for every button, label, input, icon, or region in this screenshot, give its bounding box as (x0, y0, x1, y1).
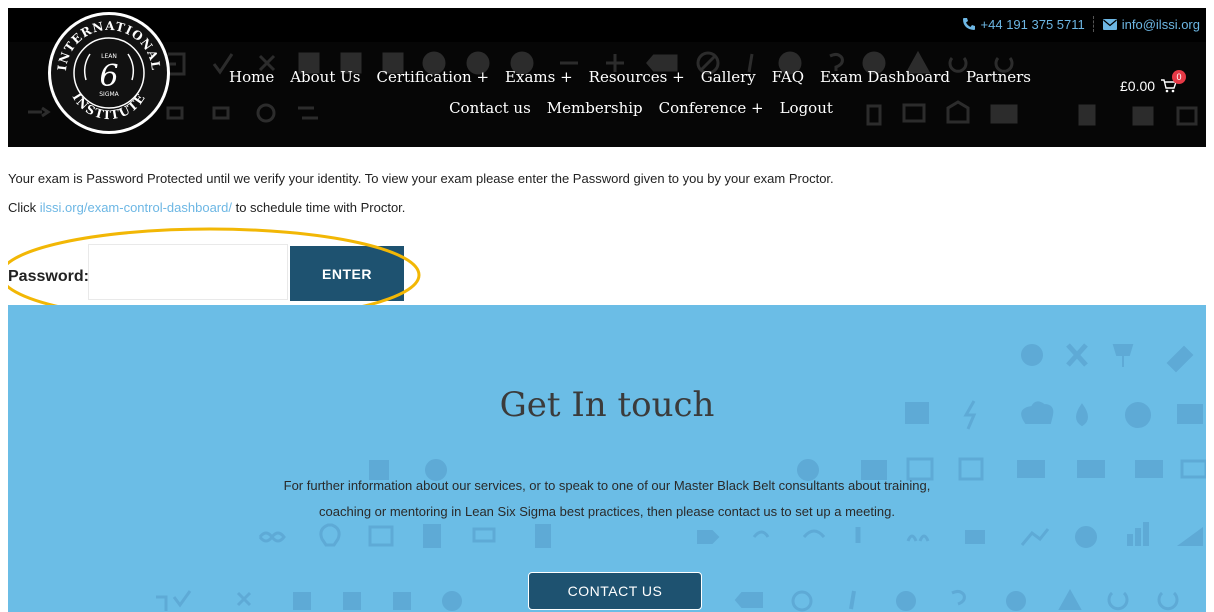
contact-us-button[interactable]: CONTACT US (528, 572, 702, 610)
lssi-logo[interactable]: INTERNATIONAL INSTITUTE LEAN 6 SIGMA (46, 10, 172, 136)
phone-icon (962, 18, 975, 30)
enter-button[interactable]: ENTER (290, 246, 404, 301)
nav-item-membership[interactable]: Membership (547, 99, 643, 117)
nav-item-contact[interactable]: Contact us (449, 99, 531, 117)
nav-item-exam-dashboard[interactable]: Exam Dashboard (820, 68, 950, 86)
logo-six-mark: 6 (99, 59, 118, 94)
envelope-icon (1102, 18, 1117, 30)
nav-row-primary: Home About Us Certification + Exams + Resour… (192, 68, 1068, 86)
topbar-contacts: +44 191 375 5711 info@ilssi.org (962, 14, 1200, 34)
nav-item-home[interactable]: Home (229, 68, 274, 86)
main-navigation: Home About Us Certification + Exams + Resour… (192, 68, 1068, 117)
exam-password-panel: Your exam is Password Protected until we… (8, 147, 1206, 305)
topbar-divider (1092, 16, 1095, 32)
password-input[interactable] (88, 244, 288, 300)
nav-item-resources[interactable]: Resources + (589, 68, 685, 86)
dashboard-instruction: Click ilssi.org/exam-control-dashboard/ … (8, 200, 405, 215)
nav-item-logout[interactable]: Logout (780, 99, 833, 117)
password-label: Password: (8, 268, 89, 285)
section-description-line-1: For further information about our servic… (283, 478, 931, 493)
logo-center-bottom: SIGMA (99, 91, 119, 98)
phone-contact[interactable]: +44 191 375 5711 (962, 17, 1085, 32)
nav-item-certification[interactable]: Certification + (376, 68, 489, 86)
nav-item-faq[interactable]: FAQ (772, 68, 804, 86)
nav-item-partners[interactable]: Partners (966, 68, 1031, 86)
page-frame: +44 191 375 5711 info@ilssi.org INTERNAT (8, 8, 1206, 612)
instruction-prefix: Click (8, 200, 40, 215)
nav-item-conference[interactable]: Conference + (659, 99, 764, 117)
section-background-pattern (156, 343, 1206, 612)
section-title: Get In touch (499, 385, 715, 425)
section-description: For further information about our servic… (8, 473, 1206, 525)
exam-dashboard-link[interactable]: ilssi.org/exam-control-dashboard/ (40, 200, 232, 215)
nav-item-about[interactable]: About Us (290, 68, 360, 86)
nav-item-gallery[interactable]: Gallery (701, 68, 756, 86)
cart-count-badge: 0 (1172, 70, 1186, 84)
site-header: +44 191 375 5711 info@ilssi.org INTERNAT (8, 8, 1206, 147)
cart-widget[interactable]: £0.00 0 (1120, 70, 1186, 94)
nav-row-secondary: Contact us Membership Conference + Logout (192, 99, 1068, 117)
get-in-touch-section: Get In touch For further information abo… (8, 305, 1206, 612)
email-address[interactable]: info@ilssi.org (1122, 17, 1200, 32)
email-contact[interactable]: info@ilssi.org (1102, 17, 1200, 32)
instruction-suffix: to schedule time with Proctor. (231, 200, 406, 215)
phone-number[interactable]: +44 191 375 5711 (981, 17, 1085, 32)
section-description-line-2: coaching or mentoring in Lean Six Sigma … (319, 504, 895, 519)
password-notice: Your exam is Password Protected until we… (8, 171, 834, 186)
cart-amount[interactable]: £0.00 (1120, 78, 1155, 94)
nav-item-exams[interactable]: Exams + (505, 68, 573, 86)
